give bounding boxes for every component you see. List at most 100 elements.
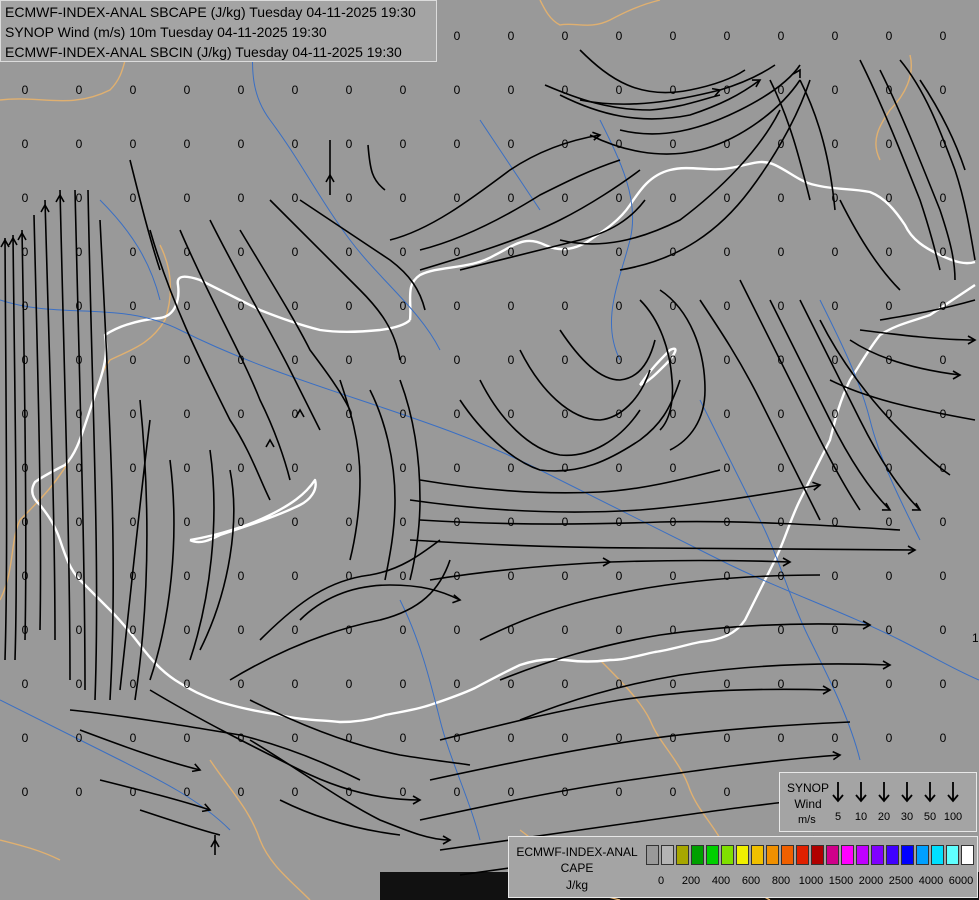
- grid-value-label: 0: [940, 515, 947, 529]
- grid-value-label: 0: [238, 137, 245, 151]
- grid-value-label: 0: [508, 407, 515, 421]
- grid-value-label: 0: [778, 515, 785, 529]
- grid-value-label: 0: [238, 785, 245, 799]
- grid-value-label: 0: [346, 245, 353, 259]
- grid-value-label: 0: [886, 515, 893, 529]
- grid-value-label: 0: [130, 245, 137, 259]
- grid-value-label: 0: [886, 731, 893, 745]
- cape-tick-label: 0: [657, 875, 665, 887]
- grid-value-label: 0: [238, 515, 245, 529]
- grid-value-label: 0: [616, 191, 623, 205]
- grid-value-label: 0: [184, 83, 191, 97]
- grid-value-label: 0: [778, 623, 785, 637]
- cape-color-swatch: [946, 845, 959, 865]
- grid-value-label: 0: [22, 677, 29, 691]
- grid-value-label: 10: [972, 631, 979, 645]
- grid-value-label: 0: [724, 515, 731, 529]
- grid-value-label: 0: [778, 407, 785, 421]
- grid-value-label: 0: [400, 245, 407, 259]
- grid-value-label: 0: [670, 515, 677, 529]
- grid-value-label: 0: [724, 137, 731, 151]
- grid-value-label: 0: [76, 191, 83, 205]
- grid-value-label: 0: [400, 299, 407, 313]
- grid-value-label: 0: [76, 83, 83, 97]
- grid-value-label: 0: [346, 83, 353, 97]
- grid-value-label: 0: [778, 245, 785, 259]
- grid-value-label: 0: [76, 245, 83, 259]
- cape-legend-unit: J/kg: [565, 878, 588, 892]
- grid-value-label: 0: [22, 191, 29, 205]
- grid-value-label: 0: [184, 245, 191, 259]
- grid-value-label: 0: [454, 29, 461, 43]
- grid-value-label: 0: [832, 245, 839, 259]
- cape-tick-label: 6000: [948, 875, 974, 887]
- grid-value-label: 0: [400, 515, 407, 529]
- grid-value-label: 0: [130, 785, 137, 799]
- grid-value-label: 0: [238, 461, 245, 475]
- grid-value-label: 0: [454, 299, 461, 313]
- grid-value-label: 0: [454, 731, 461, 745]
- grid-value-label: 0: [616, 461, 623, 475]
- cape-tick-label: 2000: [858, 875, 884, 887]
- grid-value-label: 0: [346, 191, 353, 205]
- grid-value-label: 0: [292, 137, 299, 151]
- grid-value-label: 0: [724, 29, 731, 43]
- grid-value-label: 0: [76, 569, 83, 583]
- wind-arrow-icon: [829, 781, 847, 803]
- grid-value-label: 0: [22, 515, 29, 529]
- grid-value-label: 0: [76, 731, 83, 745]
- synop-legend-sub: Wind: [794, 797, 822, 811]
- grid-value-label: 0: [76, 137, 83, 151]
- grid-value-label: 0: [238, 191, 245, 205]
- cape-tick-label: 1000: [798, 875, 824, 887]
- grid-value-label: 0: [508, 245, 515, 259]
- grid-value-label: 0: [400, 677, 407, 691]
- grid-value-label: 0: [238, 623, 245, 637]
- synop-legend-unit: m/s: [798, 814, 816, 826]
- grid-value-label: 0: [562, 461, 569, 475]
- grid-value-label: 0: [454, 785, 461, 799]
- grid-value-label: 0: [22, 137, 29, 151]
- grid-value-label: 0: [724, 299, 731, 313]
- grid-value-label: 0: [886, 245, 893, 259]
- grid-value-label: 0: [724, 353, 731, 367]
- cape-color-swatch: [916, 845, 929, 865]
- grid-value-label: 0: [292, 569, 299, 583]
- wind-arrow-icon: [944, 781, 962, 803]
- grid-value-label: 0: [238, 569, 245, 583]
- grid-value-label: 0: [400, 407, 407, 421]
- cape-tick-label: 200: [681, 875, 701, 887]
- grid-value-label: 0: [832, 137, 839, 151]
- grid-value-label: 0: [346, 461, 353, 475]
- grid-value-label: 0: [292, 407, 299, 421]
- grid-value-label: 0: [832, 731, 839, 745]
- grid-value-label: 0: [940, 569, 947, 583]
- grid-value-label: 0: [184, 569, 191, 583]
- grid-value-label: 0: [130, 569, 137, 583]
- grid-value-label: 0: [346, 731, 353, 745]
- grid-value-label: 0: [184, 461, 191, 475]
- weather-map: 0 0 0 0 0 0 0 0 0 0 0 0 0 0 0 0 0 0 0 0 0 0 0 0 0 0 0 0 0 0 0 0 0 0 0 0 0 0 0 0…: [0, 0, 979, 900]
- grid-value-label: 0: [508, 623, 515, 637]
- grid-value-label: 0: [346, 353, 353, 367]
- grid-value-label: 0: [76, 677, 83, 691]
- grid-value-label: 0: [616, 83, 623, 97]
- grid-value-label: 0: [940, 299, 947, 313]
- grid-value-label: 0: [184, 731, 191, 745]
- grid-value-label: 0: [238, 353, 245, 367]
- grid-value-label: 0: [724, 731, 731, 745]
- cape-color-swatch: [646, 845, 659, 865]
- grid-value-label: 0: [940, 461, 947, 475]
- grid-value-label: 0: [940, 245, 947, 259]
- grid-value-label: 0: [130, 299, 137, 313]
- grid-value-label: 0: [724, 407, 731, 421]
- title-wind: SYNOP Wind (m/s) 10m Tuesday 04-11-2025 …: [5, 24, 327, 40]
- grid-value-label: 0: [724, 461, 731, 475]
- grid-value-label: 0: [940, 29, 947, 43]
- cape-tick-label: 800: [771, 875, 791, 887]
- grid-value-label: 0: [670, 677, 677, 691]
- grid-value-label: 0: [130, 677, 137, 691]
- grid-value-label: 0: [724, 83, 731, 97]
- grid-value-label: 0: [778, 299, 785, 313]
- grid-value-label: 0: [346, 677, 353, 691]
